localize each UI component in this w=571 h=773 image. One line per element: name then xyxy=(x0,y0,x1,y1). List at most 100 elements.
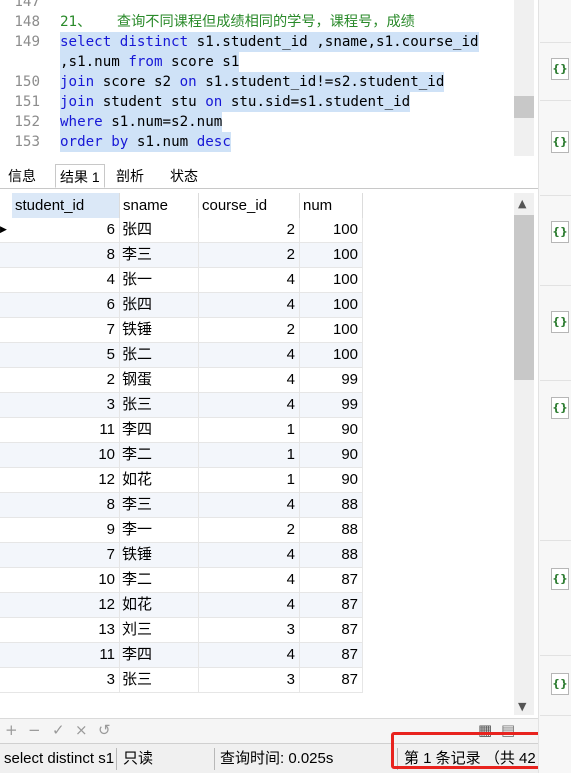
cell-num[interactable]: 99 xyxy=(300,368,363,393)
table-row[interactable]: 5 张二 4 100 xyxy=(0,343,363,368)
row-selector[interactable] xyxy=(0,543,12,568)
cell-num[interactable]: 100 xyxy=(300,218,363,243)
cell-sname[interactable]: 李三 xyxy=(120,243,199,268)
cell-student-id[interactable]: 8 xyxy=(12,243,120,268)
current-row-marker-icon[interactable]: ▶ xyxy=(0,218,12,243)
cell-course-id[interactable]: 4 xyxy=(199,493,300,518)
column-header-student-id[interactable]: student_id xyxy=(12,193,120,218)
cell-num[interactable]: 90 xyxy=(300,443,363,468)
cell-sname[interactable]: 张四 xyxy=(120,293,199,318)
cell-student-id[interactable]: 9 xyxy=(12,518,120,543)
cell-student-id[interactable]: 11 xyxy=(12,418,120,443)
table-row[interactable]: 2 钢蛋 4 99 xyxy=(0,368,363,393)
cell-num[interactable]: 87 xyxy=(300,568,363,593)
row-selector[interactable] xyxy=(0,593,12,618)
table-row[interactable]: 13 刘三 3 87 xyxy=(0,618,363,643)
table-row[interactable]: 8 李三 4 88 xyxy=(0,493,363,518)
table-row[interactable]: 7 铁锤 2 100 xyxy=(0,318,363,343)
row-selector[interactable] xyxy=(0,568,12,593)
tab-info[interactable]: 信息 xyxy=(4,164,40,188)
table-row[interactable]: 10 李二 1 90 xyxy=(0,443,363,468)
cell-course-id[interactable]: 1 xyxy=(199,443,300,468)
cell-student-id[interactable]: 6 xyxy=(12,218,120,243)
cell-course-id[interactable]: 4 xyxy=(199,593,300,618)
close-icon[interactable]: × xyxy=(75,721,88,739)
code-line[interactable]: 151 join student stu on stu.sid=s1.studen… xyxy=(0,92,514,112)
row-selector[interactable] xyxy=(0,518,12,543)
cell-course-id[interactable]: 4 xyxy=(199,368,300,393)
cell-student-id[interactable]: 3 xyxy=(12,668,120,693)
grid-scrollbar-thumb[interactable] xyxy=(514,215,534,380)
table-row[interactable]: 3 张三 4 99 xyxy=(0,393,363,418)
cell-num[interactable]: 87 xyxy=(300,643,363,668)
cell-num[interactable]: 88 xyxy=(300,518,363,543)
row-selector[interactable] xyxy=(0,443,12,468)
cell-sname[interactable]: 如花 xyxy=(120,468,199,493)
cell-sname[interactable]: 李二 xyxy=(120,568,199,593)
cell-num[interactable]: 100 xyxy=(300,243,363,268)
table-row[interactable]: ▶ 6 张四 2 100 xyxy=(0,218,363,243)
tab-result-1[interactable]: 结果 1 xyxy=(55,164,105,188)
row-selector[interactable] xyxy=(0,268,12,293)
table-row[interactable]: 10 李二 4 87 xyxy=(0,568,363,593)
row-selector[interactable] xyxy=(0,668,12,693)
table-row[interactable]: 12 如花 1 90 xyxy=(0,468,363,493)
cell-course-id[interactable]: 4 xyxy=(199,343,300,368)
minus-icon[interactable]: − xyxy=(28,721,41,739)
undo-icon[interactable]: ↺ xyxy=(98,721,111,739)
table-row[interactable]: 12 如花 4 87 xyxy=(0,593,363,618)
cell-student-id[interactable]: 8 xyxy=(12,493,120,518)
cell-num[interactable]: 90 xyxy=(300,468,363,493)
tab-profile[interactable]: 剖析 xyxy=(112,164,148,188)
cell-num[interactable]: 88 xyxy=(300,543,363,568)
table-row[interactable]: 9 李一 2 88 xyxy=(0,518,363,543)
cell-student-id[interactable]: 10 xyxy=(12,568,120,593)
cell-sname[interactable]: 铁锤 xyxy=(120,543,199,568)
code-file-icon[interactable]: {} xyxy=(551,311,569,333)
column-header-num[interactable]: num xyxy=(300,193,363,218)
cell-course-id[interactable]: 4 xyxy=(199,568,300,593)
cell-student-id[interactable]: 6 xyxy=(12,293,120,318)
cell-sname[interactable]: 李四 xyxy=(120,643,199,668)
cell-sname[interactable]: 如花 xyxy=(120,593,199,618)
cell-sname[interactable]: 张一 xyxy=(120,268,199,293)
cell-sname[interactable]: 张三 xyxy=(120,668,199,693)
row-selector[interactable] xyxy=(0,243,12,268)
cell-student-id[interactable]: 7 xyxy=(12,543,120,568)
sql-editor[interactable]: 147 148 21、 查询不同课程但成绩相同的学号，课程号，成绩 149 select… xyxy=(0,0,514,156)
code-line[interactable]: 147 xyxy=(0,0,514,12)
row-selector[interactable] xyxy=(0,493,12,518)
scroll-up-arrow-icon[interactable]: ▲ xyxy=(518,197,526,210)
cell-course-id[interactable]: 2 xyxy=(199,218,300,243)
code-line[interactable]: ,s1.num from score s1 xyxy=(0,52,514,72)
cell-course-id[interactable]: 4 xyxy=(199,543,300,568)
code-file-icon[interactable]: {} xyxy=(551,568,569,590)
cell-num[interactable]: 90 xyxy=(300,418,363,443)
plus-icon[interactable]: + xyxy=(5,721,18,739)
column-header-sname[interactable]: sname xyxy=(120,193,199,218)
editor-scrollbar[interactable] xyxy=(514,0,534,156)
code-line[interactable]: 150 join score s2 on s1.student_id!=s2.st… xyxy=(0,72,514,92)
table-row[interactable]: 7 铁锤 4 88 xyxy=(0,543,363,568)
code-file-icon[interactable]: {} xyxy=(551,221,569,243)
column-header-course-id[interactable]: course_id xyxy=(199,193,300,218)
code-file-icon[interactable]: {} xyxy=(551,673,569,695)
code-file-icon[interactable]: {} xyxy=(551,58,569,80)
row-selector[interactable] xyxy=(0,643,12,668)
cell-course-id[interactable]: 2 xyxy=(199,318,300,343)
cell-course-id[interactable]: 1 xyxy=(199,418,300,443)
row-selector[interactable] xyxy=(0,368,12,393)
cell-course-id[interactable]: 3 xyxy=(199,668,300,693)
cell-course-id[interactable]: 2 xyxy=(199,518,300,543)
cell-num[interactable]: 100 xyxy=(300,268,363,293)
cell-student-id[interactable]: 13 xyxy=(12,618,120,643)
cell-student-id[interactable]: 2 xyxy=(12,368,120,393)
row-selector[interactable] xyxy=(0,418,12,443)
row-selector[interactable] xyxy=(0,343,12,368)
cell-student-id[interactable]: 10 xyxy=(12,443,120,468)
cell-student-id[interactable]: 3 xyxy=(12,393,120,418)
table-row[interactable]: 6 张四 4 100 xyxy=(0,293,363,318)
row-selector[interactable] xyxy=(0,618,12,643)
table-row[interactable]: 11 李四 1 90 xyxy=(0,418,363,443)
row-selector[interactable] xyxy=(0,468,12,493)
